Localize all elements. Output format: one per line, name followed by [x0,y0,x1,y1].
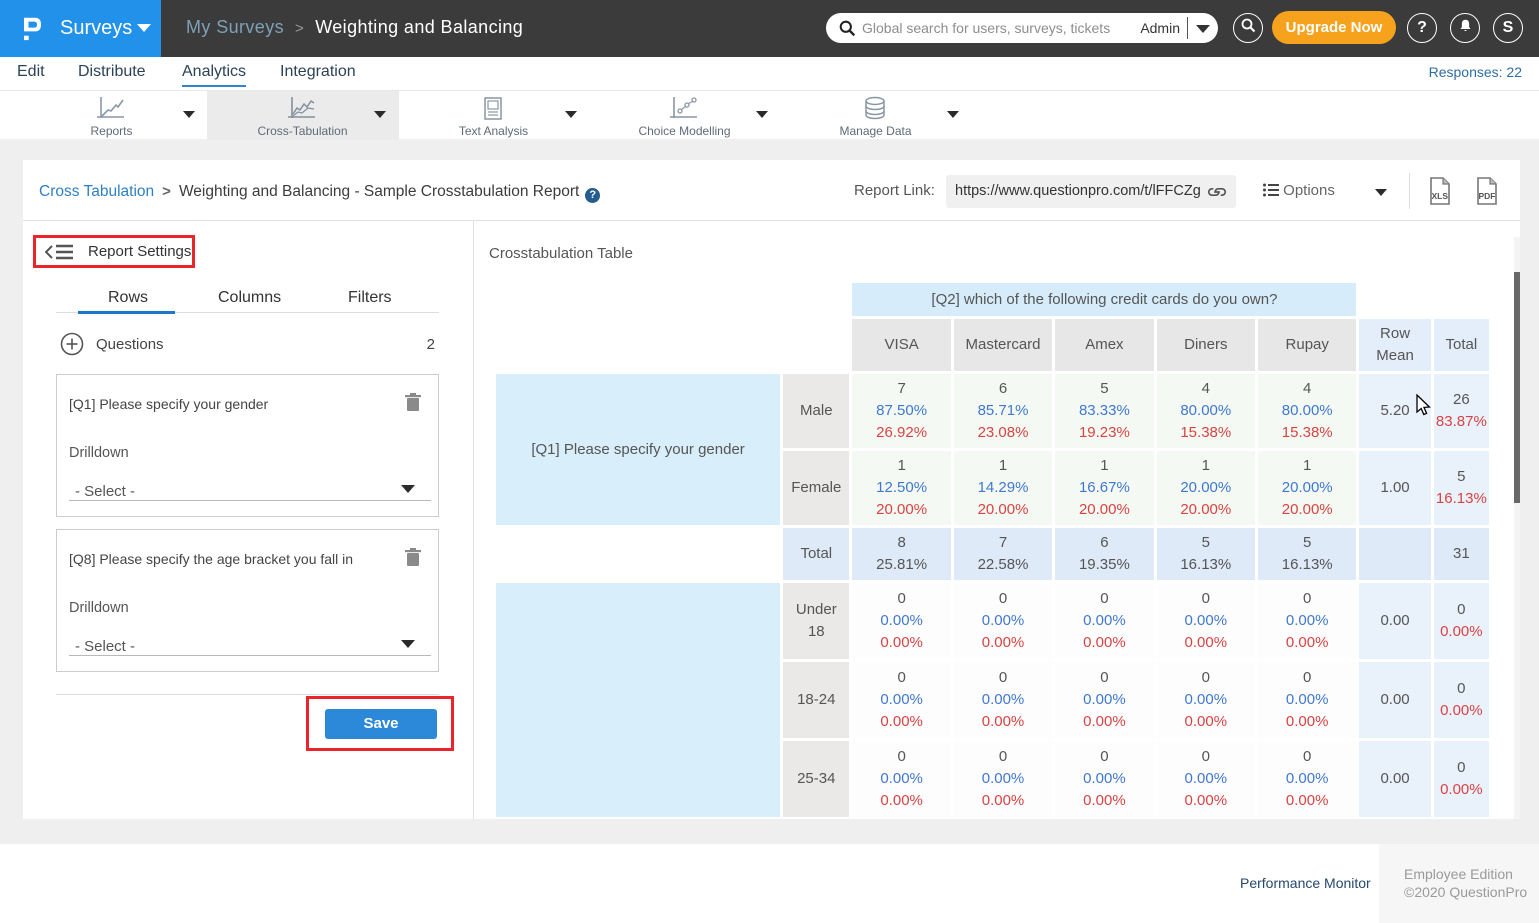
svg-text:XLS: XLS [1432,191,1449,201]
svg-text:PDF: PDF [1479,191,1496,201]
